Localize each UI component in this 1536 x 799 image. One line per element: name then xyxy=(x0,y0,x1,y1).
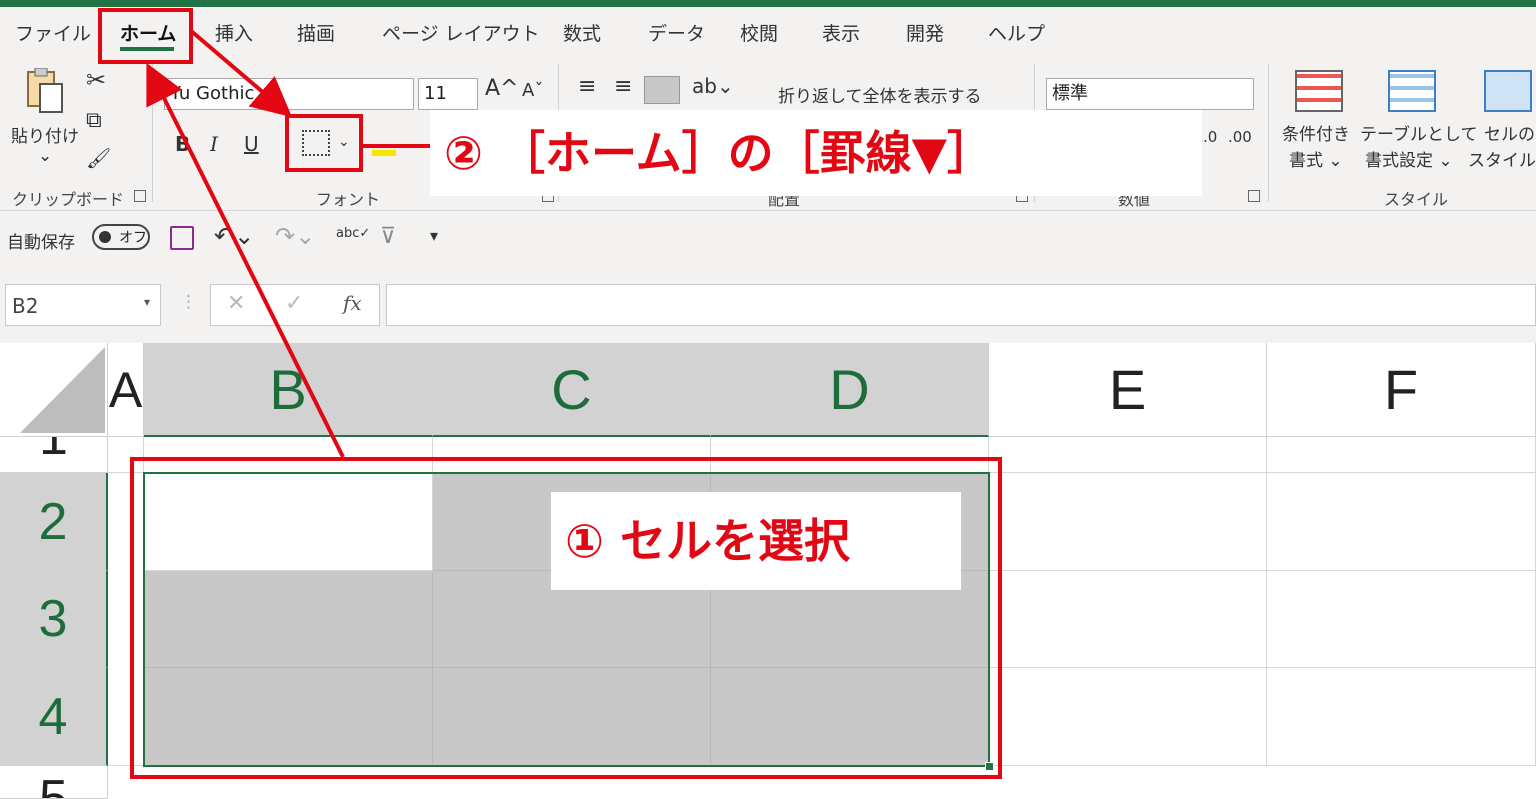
step1-callout: ① セルを選択 xyxy=(551,492,961,590)
arrow-to-borders-button xyxy=(188,28,293,118)
arrow-to-home-tab xyxy=(146,62,345,458)
step2-callout: ② ［ホーム］の［罫線▼］ xyxy=(430,110,1202,196)
